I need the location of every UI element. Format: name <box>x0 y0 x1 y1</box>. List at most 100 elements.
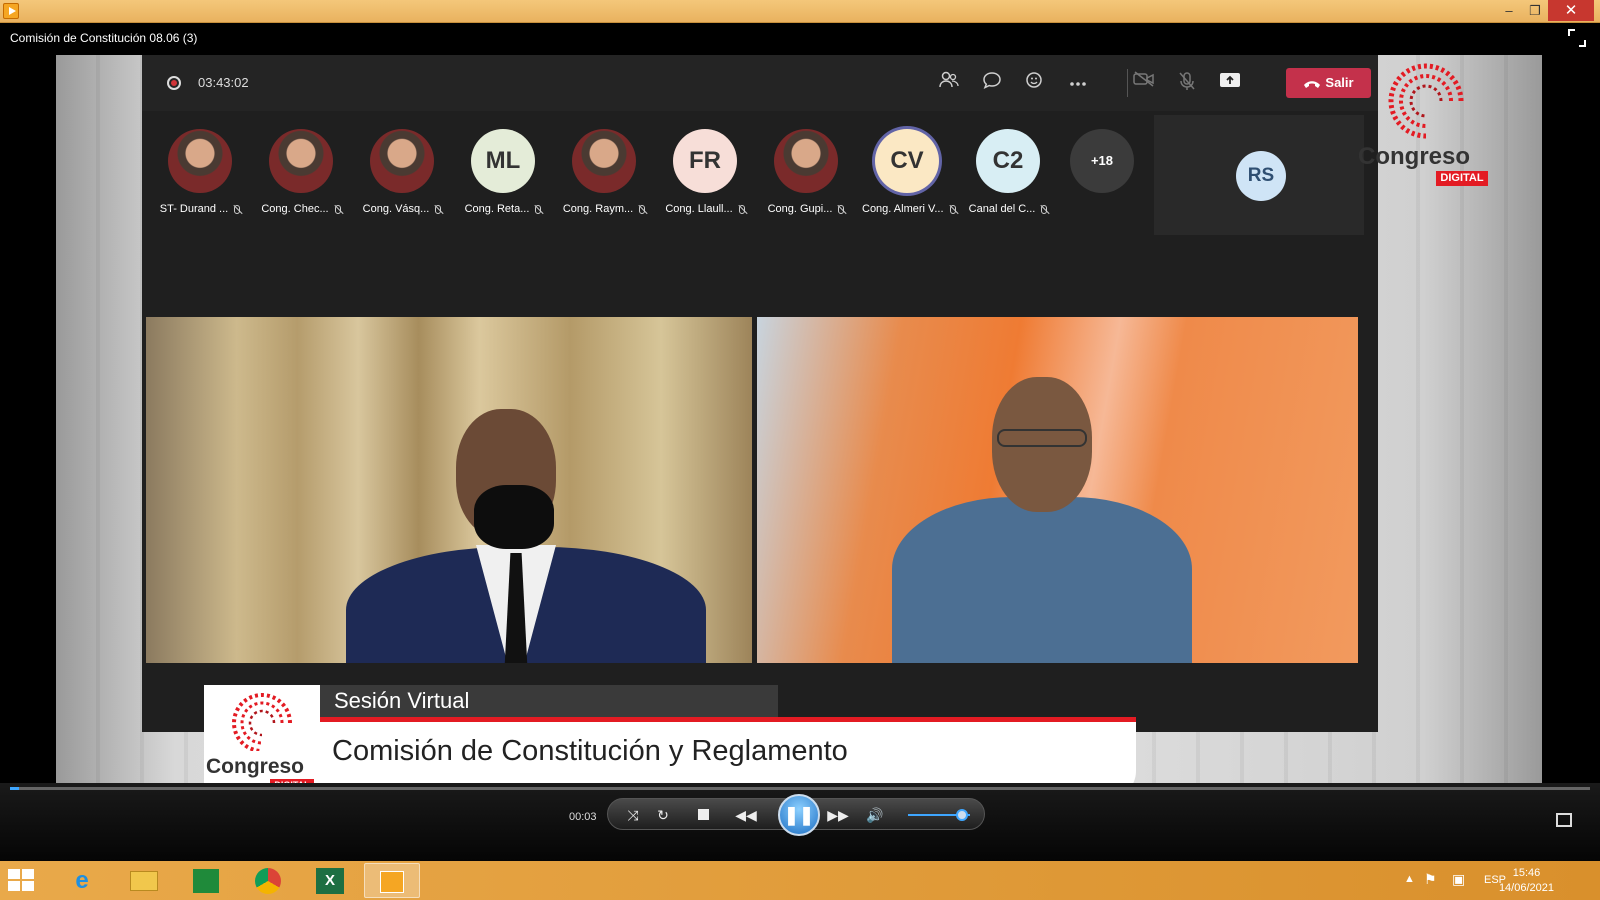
participant-tile[interactable]: C2 Canal del C... <box>963 129 1053 215</box>
participant-tile[interactable]: ST- Durand ... <box>155 129 245 215</box>
volume-icon[interactable]: 🔊 <box>864 804 886 826</box>
participant-avatar: ML <box>471 129 535 193</box>
mic-muted-icon <box>535 204 542 214</box>
mic-muted-icon <box>334 204 341 214</box>
file-explorer-icon[interactable] <box>116 863 172 898</box>
participant-name: Cong. Vásq... <box>362 203 430 215</box>
session-label: Sesión Virtual <box>320 685 778 717</box>
share-screen-icon[interactable] <box>1218 71 1242 95</box>
media-player-taskbar-icon[interactable] <box>364 863 420 898</box>
mic-muted-icon <box>949 204 956 214</box>
clock-time: 15:46 <box>1512 867 1541 879</box>
participant-name: Cong. Chec... <box>261 203 329 215</box>
corner-brand-text: Congreso <box>1358 143 1471 170</box>
mic-off-icon[interactable] <box>1175 71 1199 95</box>
close-button[interactable]: ✕ <box>1548 0 1594 21</box>
recording-time: 03:43:02 <box>198 75 249 90</box>
participant-tile[interactable]: Cong. Raym... <box>559 129 649 215</box>
restore-button[interactable]: ❐ <box>1522 0 1548 22</box>
start-button[interactable] <box>8 869 34 891</box>
lower-third: Congreso DIGITAL Sesión Virtual Comisión… <box>204 685 1136 799</box>
pause-button[interactable]: ❚❚ <box>778 794 820 836</box>
playback-controls: 00:03 ⤨ ↻ ◀◀ ❚❚ ▶▶ 🔊 <box>0 783 1600 861</box>
participant-avatar: FR <box>673 129 737 193</box>
more-options-icon[interactable] <box>1066 71 1090 95</box>
elapsed-time: 00:03 <box>569 811 597 823</box>
reactions-icon[interactable] <box>1023 71 1047 95</box>
participant-tile[interactable]: Cong. Gupi... <box>761 129 851 215</box>
participant-name: Cong. Llaull... <box>665 203 733 215</box>
mic-muted-icon <box>1041 204 1048 214</box>
lower-third-logo: Congreso DIGITAL <box>204 685 320 799</box>
corner-brand-badge: DIGITAL <box>1436 171 1488 186</box>
congreso-logo: Congreso DIGITAL <box>1356 61 1506 186</box>
hang-up-icon <box>1304 80 1321 88</box>
recording-icon <box>167 76 181 90</box>
participant-avatar <box>370 129 434 193</box>
participant-name: Cong. Almeri V... <box>862 203 944 215</box>
teams-toolbar: 03:43:02 Salir <box>142 55 1378 111</box>
mic-muted-icon <box>639 204 646 214</box>
seek-bar[interactable] <box>10 787 1590 790</box>
window-titlebar: – ❐ ✕ <box>0 0 1600 23</box>
participant-name: Cong. Raym... <box>562 203 634 215</box>
volume-thumb[interactable] <box>955 809 968 821</box>
participant-tile[interactable]: Cong. Chec... <box>256 129 346 215</box>
clock[interactable]: 15:46 14/06/2021 <box>1499 866 1554 896</box>
participant-tile[interactable]: Cong. Vásq... <box>357 129 447 215</box>
mic-muted-icon <box>234 204 241 214</box>
mic-muted-icon <box>838 204 845 214</box>
participant-tile[interactable]: FR Cong. Llaull... <box>660 129 750 215</box>
chat-icon[interactable] <box>980 71 1004 95</box>
participant-avatar: C2 <box>976 129 1040 193</box>
participant-strip: ST- Durand ... Cong. Chec... Cong. Vásq...… <box>142 111 1162 241</box>
shuffle-icon[interactable]: ⤨ <box>622 804 644 826</box>
lower-brand-text: Congreso <box>206 755 305 778</box>
participant-avatar <box>168 129 232 193</box>
minimize-button[interactable]: – <box>1496 0 1522 22</box>
repeat-icon[interactable]: ↻ <box>652 804 674 826</box>
switch-to-library-icon[interactable] <box>1556 813 1572 827</box>
participant-name: Cong. Gupi... <box>767 203 833 215</box>
internet-explorer-icon[interactable]: e <box>54 863 110 898</box>
transport-pill: ⤨ ↻ ◀◀ ❚❚ ▶▶ 🔊 <box>607 794 985 836</box>
more-participants[interactable]: +18 <box>1057 129 1147 193</box>
mic-muted-icon <box>435 204 442 214</box>
media-title: Comisión de Constitución 08.06 (3) <box>10 31 198 45</box>
self-view: RS <box>1154 115 1364 235</box>
participant-tile[interactable]: ML Cong. Reta... <box>458 129 548 215</box>
store-icon[interactable] <box>178 863 234 898</box>
video-tile-left <box>146 317 752 663</box>
media-player: Comisión de Constitución 08.06 (3) 03:43… <box>0 23 1600 861</box>
stop-button[interactable] <box>692 804 714 826</box>
camera-off-icon[interactable] <box>1132 71 1156 95</box>
participant-tile[interactable]: CV Cong. Almeri V... <box>862 129 956 215</box>
congreso-mark-icon <box>1388 63 1464 139</box>
participant-name: ST- Durand ... <box>159 203 229 215</box>
show-hidden-icons[interactable]: ▲ <box>1404 873 1415 885</box>
next-button[interactable]: ▶▶ <box>824 804 852 826</box>
media-player-icon[interactable] <box>3 3 19 19</box>
taskbar: e X ▲ ⚑ ▣ ESP 15:46 14/06/2021 <box>0 861 1600 900</box>
participant-avatar <box>572 129 636 193</box>
clock-date: 14/06/2021 <box>1498 882 1554 894</box>
people-icon[interactable] <box>937 71 961 95</box>
previous-button[interactable]: ◀◀ <box>732 804 760 826</box>
participant-name: Canal del C... <box>968 203 1036 215</box>
self-avatar: RS <box>1236 151 1286 201</box>
video-frame[interactable]: 03:43:02 Salir ST- Durand ... Cong. Chec… <box>56 55 1542 817</box>
speaker-tray-icon[interactable]: ▣ <box>1452 871 1465 888</box>
network-icon[interactable]: ⚑ <box>1424 871 1437 888</box>
more-participants-count: +18 <box>1070 129 1134 193</box>
chrome-icon[interactable] <box>240 863 296 898</box>
excel-icon[interactable]: X <box>302 863 358 898</box>
participant-avatar <box>774 129 838 193</box>
mic-muted-icon <box>738 204 745 214</box>
participant-name: Cong. Reta... <box>464 203 530 215</box>
compact-mode-icon[interactable] <box>1568 29 1586 47</box>
video-tile-right <box>757 317 1358 663</box>
participant-avatar <box>269 129 333 193</box>
teams-meeting-window: 03:43:02 Salir ST- Durand ... Cong. Chec… <box>142 55 1378 732</box>
participant-avatar: CV <box>875 129 939 193</box>
leave-label: Salir <box>1325 75 1354 90</box>
